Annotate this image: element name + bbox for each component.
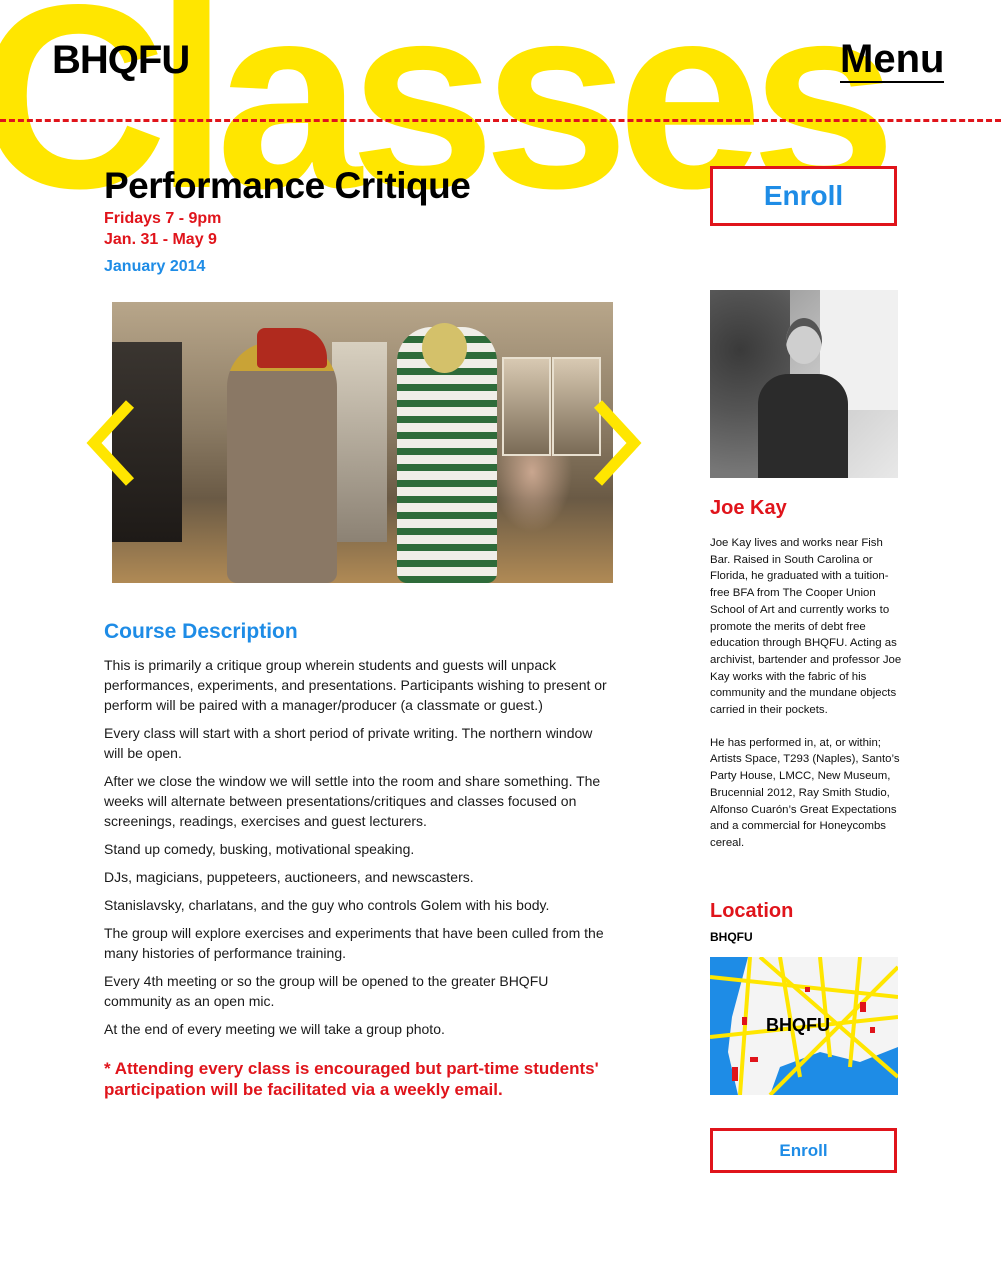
site-logo[interactable]: BHQFU: [52, 38, 190, 83]
course-description: This is primarily a critique group where…: [104, 655, 614, 1047]
description-paragraph: Every 4th meeting or so the group will b…: [104, 973, 549, 1009]
location-name: BHQFU: [710, 930, 753, 944]
course-schedule: Fridays 7 - 9pm Jan. 31 - May 9: [104, 208, 221, 250]
schedule-days: Fridays 7 - 9pm: [104, 210, 222, 227]
description-paragraph: Stanislavsky, charlatans, and the guy wh…: [104, 897, 550, 913]
description-paragraph: Every class will start with a short peri…: [104, 725, 593, 761]
description-paragraph: DJs, magicians, puppeteers, auctioneers,…: [104, 869, 474, 885]
chevron-left-icon[interactable]: [86, 398, 136, 488]
photo-performer-right: [397, 323, 497, 583]
instructor-bio-paragraph: Joe Kay lives and works near Fish Bar. R…: [710, 537, 902, 717]
map-label: BHQFU: [766, 1015, 830, 1035]
description-paragraph: The group will explore exercises and exp…: [104, 925, 604, 961]
chevron-right-icon[interactable]: [592, 398, 642, 488]
instructor-bio-paragraph: He has performed in, at, or within; Arti…: [710, 736, 900, 849]
course-title: Performance Critique: [104, 165, 471, 206]
photo-artwork: [502, 357, 551, 456]
location-heading: Location: [710, 900, 794, 922]
photo-performer-left: [227, 328, 337, 583]
attendance-note: * Attending every class is encouraged bu…: [104, 1059, 599, 1099]
instructor-bio: Joe Kay lives and works near Fish Bar. R…: [710, 535, 902, 868]
enroll-button-top[interactable]: Enroll: [710, 166, 897, 226]
description-paragraph: Stand up comedy, busking, motivational s…: [104, 841, 415, 857]
instructor-name: Joe Kay: [710, 497, 787, 519]
location-map[interactable]: BHQFU: [710, 957, 898, 1095]
dashed-divider: [0, 119, 1001, 122]
slider-photo: [112, 302, 613, 583]
menu-link[interactable]: Menu: [840, 38, 945, 83]
course-description-heading: Course Description: [104, 620, 298, 643]
description-paragraph: After we close the window we will settle…: [104, 773, 601, 829]
photo-slider[interactable]: [112, 302, 613, 583]
description-paragraph: At the end of every meeting we will take…: [104, 1021, 445, 1037]
photo-panel: [332, 342, 387, 542]
enroll-button-bottom[interactable]: Enroll: [710, 1128, 897, 1173]
description-paragraph: This is primarily a critique group where…: [104, 657, 607, 713]
instructor-photo: [710, 290, 898, 478]
schedule-dates: Jan. 31 - May 9: [104, 231, 217, 248]
course-term: January 2014: [104, 258, 206, 275]
